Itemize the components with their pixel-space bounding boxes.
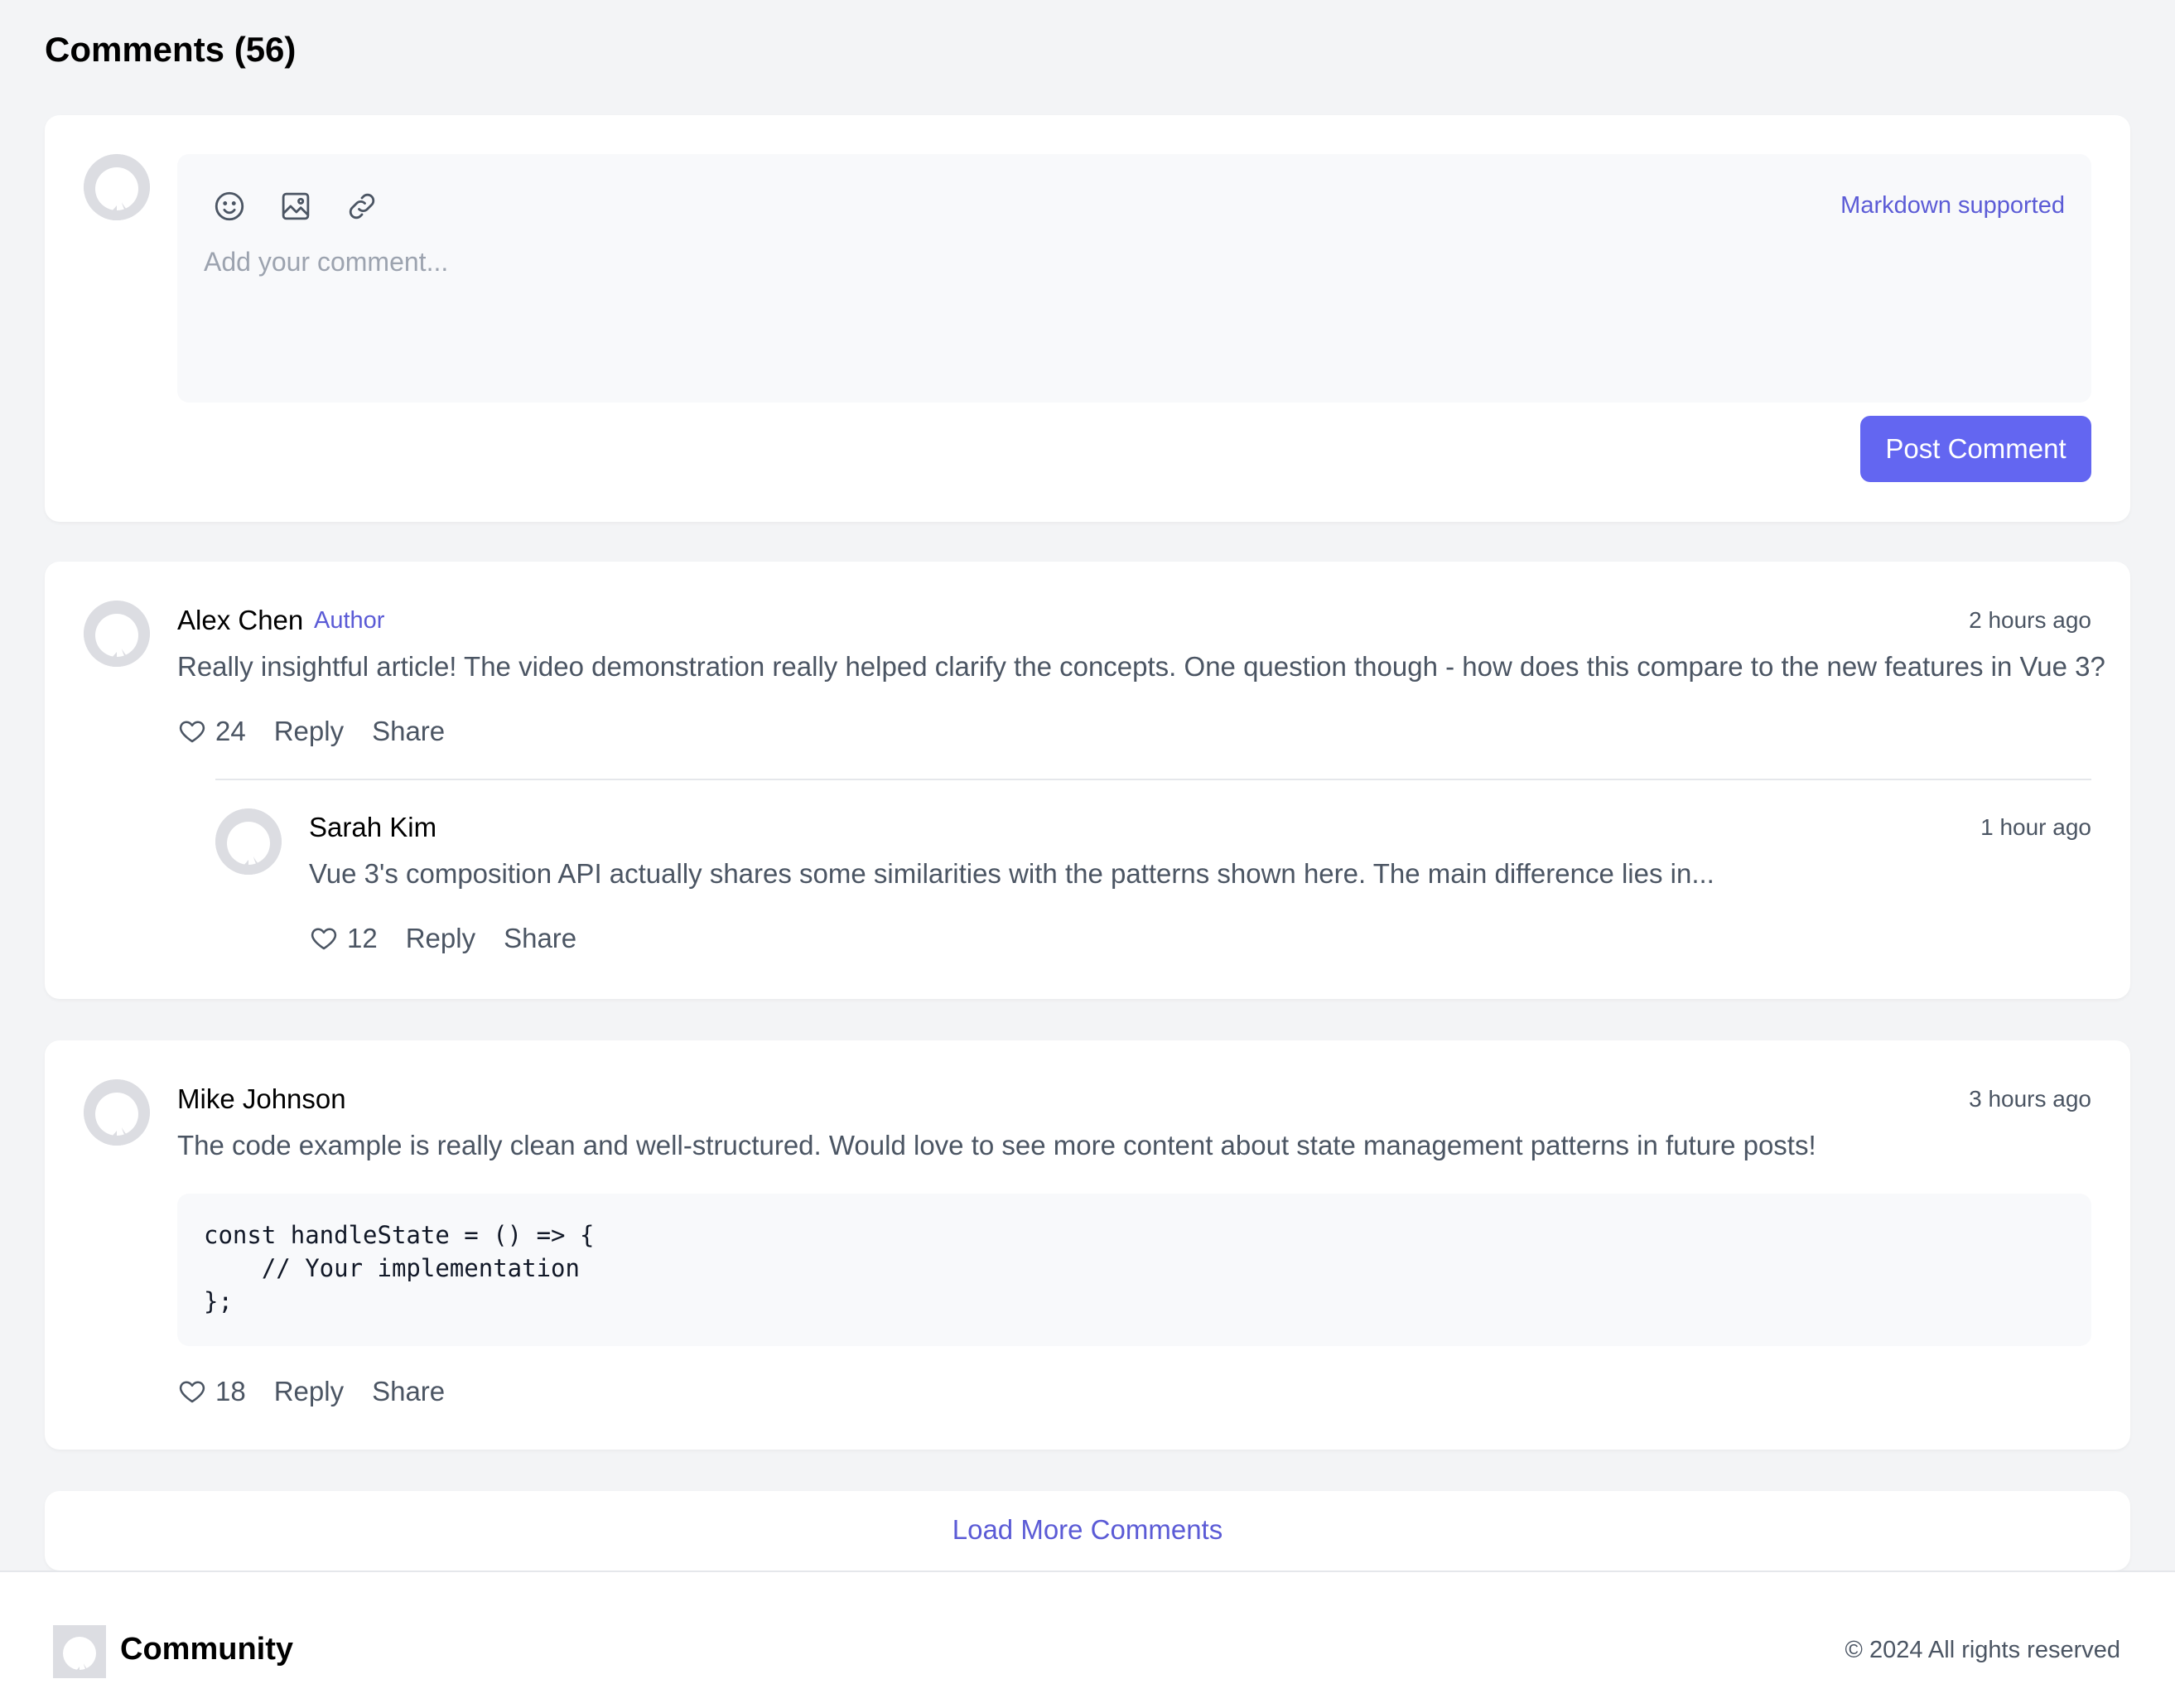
heart-icon bbox=[179, 721, 205, 743]
like-count: 24 bbox=[215, 716, 246, 746]
author-badge: Author bbox=[314, 607, 385, 634]
code-block: const handleState = () => { // Your impl… bbox=[177, 1194, 2091, 1346]
footer-brand[interactable]: Community bbox=[120, 1632, 293, 1667]
reply-button[interactable]: Reply bbox=[274, 716, 344, 747]
markdown-supported-link[interactable]: Markdown supported bbox=[1840, 192, 2065, 220]
share-button[interactable]: Share bbox=[372, 716, 445, 747]
emoji-icon[interactable] bbox=[212, 189, 247, 224]
reply-button[interactable]: Reply bbox=[274, 1376, 344, 1407]
comment-text: The code example is really clean and wel… bbox=[177, 1130, 1816, 1160]
share-button[interactable]: Share bbox=[372, 1376, 445, 1407]
footer: Community © 2024 All rights reserved bbox=[0, 1570, 2175, 1708]
avatar bbox=[84, 601, 150, 667]
avatar bbox=[84, 1079, 150, 1146]
community-logo[interactable] bbox=[53, 1625, 106, 1678]
link-icon[interactable] bbox=[345, 189, 379, 224]
comment-author[interactable]: Alex Chen bbox=[177, 605, 303, 636]
comment-timestamp: 2 hours ago bbox=[1969, 607, 2091, 633]
comment-actions: 24 Reply Share bbox=[177, 716, 445, 747]
current-user-avatar bbox=[84, 154, 150, 220]
like-count: 12 bbox=[347, 923, 378, 953]
comments-title: Comments (56) bbox=[45, 30, 297, 69]
load-more-card: Load More Comments bbox=[45, 1491, 2130, 1570]
comment-input[interactable] bbox=[204, 247, 2059, 379]
comment-author[interactable]: Mike Johnson bbox=[177, 1083, 346, 1115]
avatar bbox=[215, 808, 282, 875]
reply-divider bbox=[215, 779, 2091, 780]
reply-text: Vue 3's composition API actually shares … bbox=[309, 858, 1714, 889]
reply-author[interactable]: Sarah Kim bbox=[309, 812, 436, 843]
comment-card: Alex Chen Author 2 hours ago Really insi… bbox=[45, 562, 2130, 999]
post-comment-button[interactable]: Post Comment bbox=[1860, 416, 2091, 482]
comment-editor: Markdown supported bbox=[177, 154, 2091, 403]
comment-actions: 18 Reply Share bbox=[177, 1376, 445, 1407]
like-button[interactable]: 18 bbox=[177, 1376, 246, 1407]
heart-icon bbox=[311, 928, 337, 950]
comment-text: Really insightful article! The video dem… bbox=[177, 651, 2105, 682]
image-icon[interactable] bbox=[278, 189, 313, 224]
copyright-text: © 2024 All rights reserved bbox=[1845, 1637, 2120, 1663]
reply-button[interactable]: Reply bbox=[406, 923, 475, 954]
load-more-button[interactable]: Load More Comments bbox=[952, 1514, 1223, 1546]
like-button[interactable]: 24 bbox=[177, 716, 246, 747]
share-button[interactable]: Share bbox=[504, 923, 576, 954]
comment-composer: Markdown supported Post Comment bbox=[45, 115, 2130, 522]
comment-card: Mike Johnson 3 hours ago The code exampl… bbox=[45, 1040, 2130, 1450]
comments-page: Comments (56) Markdown supported Post Co… bbox=[0, 0, 2175, 1708]
comment-timestamp: 3 hours ago bbox=[1969, 1086, 2091, 1112]
like-button[interactable]: 12 bbox=[309, 923, 378, 954]
reply-actions: 12 Reply Share bbox=[309, 923, 576, 954]
like-count: 18 bbox=[215, 1376, 246, 1406]
heart-icon bbox=[179, 1381, 205, 1403]
reply-timestamp: 1 hour ago bbox=[1980, 814, 2091, 840]
